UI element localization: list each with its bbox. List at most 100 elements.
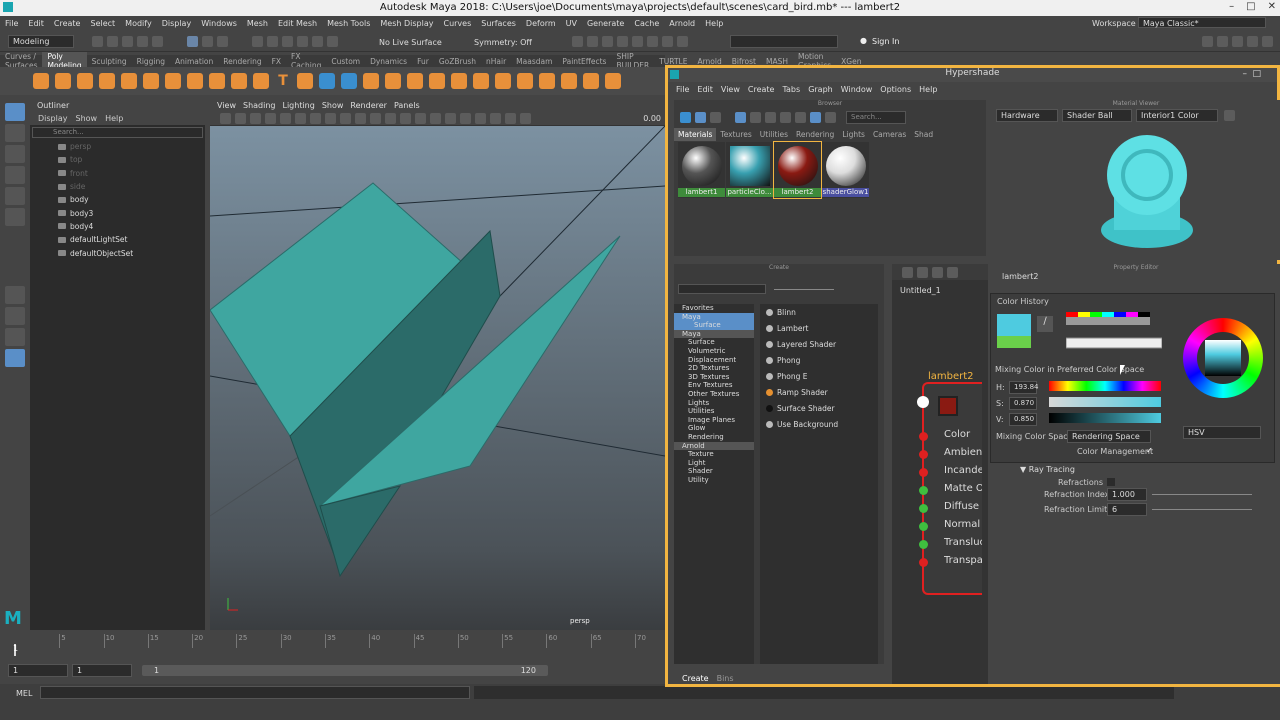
bevel-icon[interactable] [473,73,489,89]
raytracing-section[interactable]: ▼ Ray Tracing [1020,465,1075,474]
open-scene-icon[interactable] [107,36,118,47]
node-input-port[interactable] [919,450,928,459]
single-view-icon[interactable] [5,286,25,304]
mode-select[interactable]: Modeling [8,35,74,48]
browser-tab-cameras[interactable]: Cameras [869,128,910,141]
mirror-icon[interactable] [605,73,621,89]
select-object-icon[interactable] [202,36,213,47]
create-category[interactable]: Favorites [674,304,754,313]
hs-menu-options[interactable]: Options [880,85,911,94]
motion-blur-icon[interactable] [475,112,486,124]
sign-in-button[interactable]: Sign In [872,37,899,46]
snap-curve-icon[interactable] [267,36,278,47]
create-category[interactable]: Light [674,459,754,468]
move-tool-icon[interactable] [5,166,25,184]
snap-grid-icon[interactable] [252,36,263,47]
arnold-render-icon[interactable] [647,36,658,47]
bottom-tab-bins[interactable]: Bins [717,674,734,683]
create-category[interactable]: Env Textures [674,381,754,390]
graph-io-icon[interactable] [917,266,928,278]
shader-item[interactable]: Phong [760,352,878,368]
menu-mesh-display[interactable]: Mesh Display [380,19,433,28]
wireframe-on-shaded-icon[interactable] [400,112,411,124]
shelf-tab-6[interactable]: FX [267,57,286,66]
shader-item[interactable]: Blinn [760,304,878,320]
ao-icon[interactable] [460,112,471,124]
symmetry-label[interactable]: Symmetry: Off [474,38,532,47]
material-swatch[interactable]: lambert2 [773,141,822,199]
eyedropper-icon[interactable]: ∕ [1037,316,1053,332]
previous-color-swatch[interactable] [997,336,1031,348]
node-input-port[interactable] [919,486,928,495]
mv-pause-icon[interactable] [1224,109,1235,121]
outliner-item[interactable]: persp [30,140,205,153]
outliner-search[interactable]: Search... [32,127,203,138]
snap-surface-icon[interactable] [312,36,323,47]
mix-space-select[interactable]: Rendering Space [1067,430,1151,443]
bottom-tab-create[interactable]: Create [682,674,709,683]
mel-input[interactable] [40,686,470,699]
create-category[interactable]: Surface [674,338,754,347]
node-input-port[interactable] [919,432,928,441]
small-swatch-icon[interactable] [735,111,746,123]
create-category[interactable]: 2D Textures [674,364,754,373]
color-wheel[interactable] [1183,318,1263,398]
browser-tab-textures[interactable]: Textures [716,128,755,141]
hs-menu-graph[interactable]: Graph [808,85,833,94]
ipr-render-icon[interactable] [602,36,613,47]
workspace-select[interactable]: Maya Classic* [1138,17,1266,28]
poly-soccer-icon[interactable] [231,73,247,89]
hs-menu-window[interactable]: Window [841,85,873,94]
create-category[interactable]: Rendering [674,433,754,442]
color-management-check-icon[interactable]: ✓ [1146,446,1153,455]
range-bar[interactable]: 1 120 [142,665,548,676]
graph-clear-icon[interactable] [947,266,958,278]
menu-edit[interactable]: Edit [28,19,44,28]
refraction-index-field[interactable]: 1.000 [1107,488,1147,501]
boolean-icon[interactable] [385,73,401,89]
shelf-tab-5[interactable]: Rendering [218,57,266,66]
medium-swatch-icon[interactable] [750,111,761,123]
redo-icon[interactable] [152,36,163,47]
gate-mask-icon[interactable] [325,112,336,124]
attribute-editor-icon[interactable] [1217,36,1228,47]
camera-select-icon[interactable] [220,112,231,124]
node-lambert2[interactable]: lambert2 Color Ambient Incandescence Matte … [917,371,982,595]
undo-icon[interactable] [137,36,148,47]
outliner-item[interactable]: body3 [30,206,205,219]
create-category[interactable]: Other Textures [674,390,754,399]
antialias-icon[interactable] [490,112,501,124]
refraction-limit-field[interactable]: 6 [1107,503,1147,516]
outliner-item[interactable]: body4 [30,220,205,233]
graph-output-icon[interactable] [932,266,943,278]
browser-tab-shad[interactable]: Shad [910,128,937,141]
outliner-item[interactable]: top [30,153,205,166]
close-icon[interactable]: ✕ [1268,1,1276,12]
color-mode-select[interactable]: HSV [1183,426,1261,439]
material-swatch[interactable]: particleClo... [726,142,773,198]
fill-hole-icon[interactable] [539,73,555,89]
sort-time-icon[interactable] [810,111,821,123]
menu-generate[interactable]: Generate [587,19,624,28]
menu-mesh-tools[interactable]: Mesh Tools [327,19,370,28]
create-category[interactable]: Glow [674,424,754,433]
film-gate-icon[interactable] [295,112,306,124]
viewport-menu-lighting[interactable]: Lighting [282,101,314,110]
menu-cache[interactable]: Cache [634,19,659,28]
hs-menu-view[interactable]: View [721,85,740,94]
hs-menu-create[interactable]: Create [748,85,775,94]
render-frame-icon[interactable] [587,36,598,47]
create-category[interactable]: Surface [674,321,754,330]
viewport-persp[interactable]: View Shading Lighting Show Renderer Panels 0.… [210,100,665,630]
browser-tab-rendering[interactable]: Rendering [792,128,838,141]
menu-windows[interactable]: Windows [201,19,237,28]
graph-materials-icon[interactable] [680,111,691,123]
shader-item[interactable]: Lambert [760,320,878,336]
menu-modify[interactable]: Modify [125,19,152,28]
live-surface-label[interactable]: No Live Surface [379,38,442,47]
list-view-icon[interactable] [710,111,721,123]
menu-arnold[interactable]: Arnold [669,19,695,28]
create-filter-field[interactable] [678,284,766,294]
poly-platonic-icon[interactable] [253,73,269,89]
modeling-toolkit-icon[interactable] [1202,36,1213,47]
